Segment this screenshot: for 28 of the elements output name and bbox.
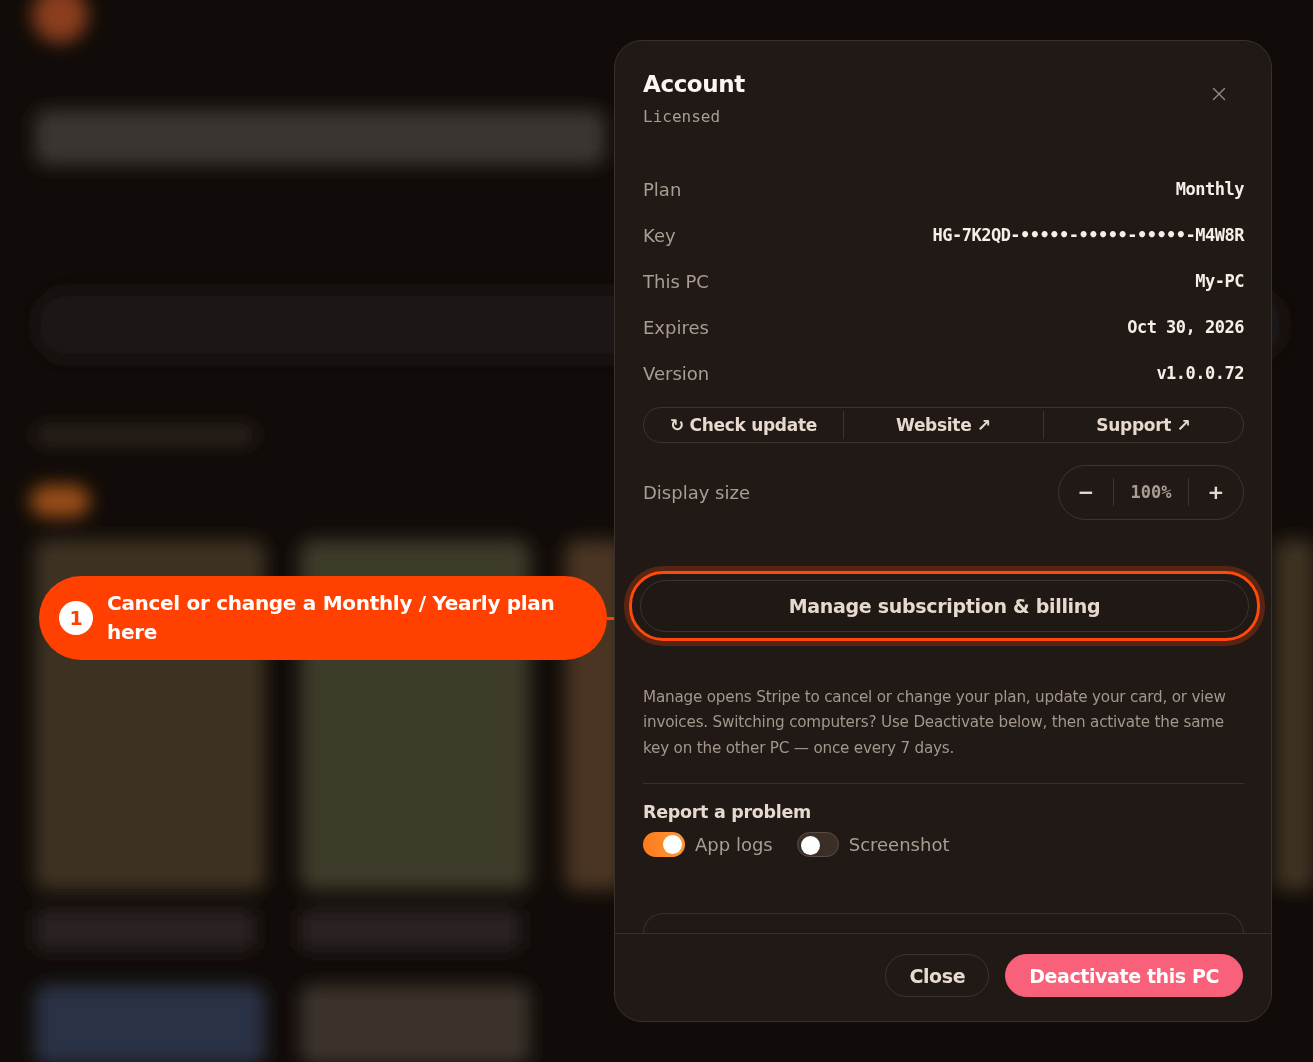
help-text: Manage opens Stripe to cancel or change your plan, update your card, or view invoices. Switching computers? Use Deactivate below, then activate the same key on the other PC — once every 7 days.: [643, 686, 1227, 759]
toggle-label: App logs: [695, 834, 773, 856]
display-size-label: Display size: [643, 481, 750, 503]
detail-value: Monthly: [1175, 179, 1244, 199]
toggle-label: Screenshot: [848, 834, 950, 856]
detail-value: HG-7K2QD-•••••-•••••-•••••-M4W8R: [932, 225, 1244, 245]
detail-value: My-PC: [1195, 271, 1244, 291]
license-status: Licensed: [643, 107, 722, 126]
detail-label: Plan: [643, 178, 682, 200]
link-button[interactable]: Website ↗: [843, 410, 1043, 439]
dialog-title: Account: [643, 71, 745, 97]
manage-subscription-button[interactable]: Manage subscription & billing: [640, 579, 1249, 632]
step-number: 1: [59, 601, 93, 635]
link-button[interactable]: ↻ Check update: [644, 410, 843, 439]
detail-label: This PC: [643, 270, 709, 292]
toggle-switch[interactable]: [643, 832, 685, 858]
decrease-button[interactable]: −: [1059, 478, 1113, 507]
detail-value: v1.0.0.72: [1156, 363, 1244, 383]
detail-value: Oct 30, 2026: [1127, 317, 1244, 337]
callout-text: Cancel or change a Monthly / Yearly plan here: [107, 590, 556, 646]
detail-label: Key: [643, 224, 676, 246]
toggle-switch[interactable]: [796, 832, 839, 858]
detail-label: Expires: [643, 316, 709, 338]
section-title: Report a problem: [643, 802, 812, 823]
increase-button[interactable]: +: [1189, 478, 1243, 507]
size-value: 100%: [1113, 478, 1189, 507]
detail-label: Version: [643, 362, 710, 384]
link-button[interactable]: Support ↗: [1043, 410, 1243, 439]
